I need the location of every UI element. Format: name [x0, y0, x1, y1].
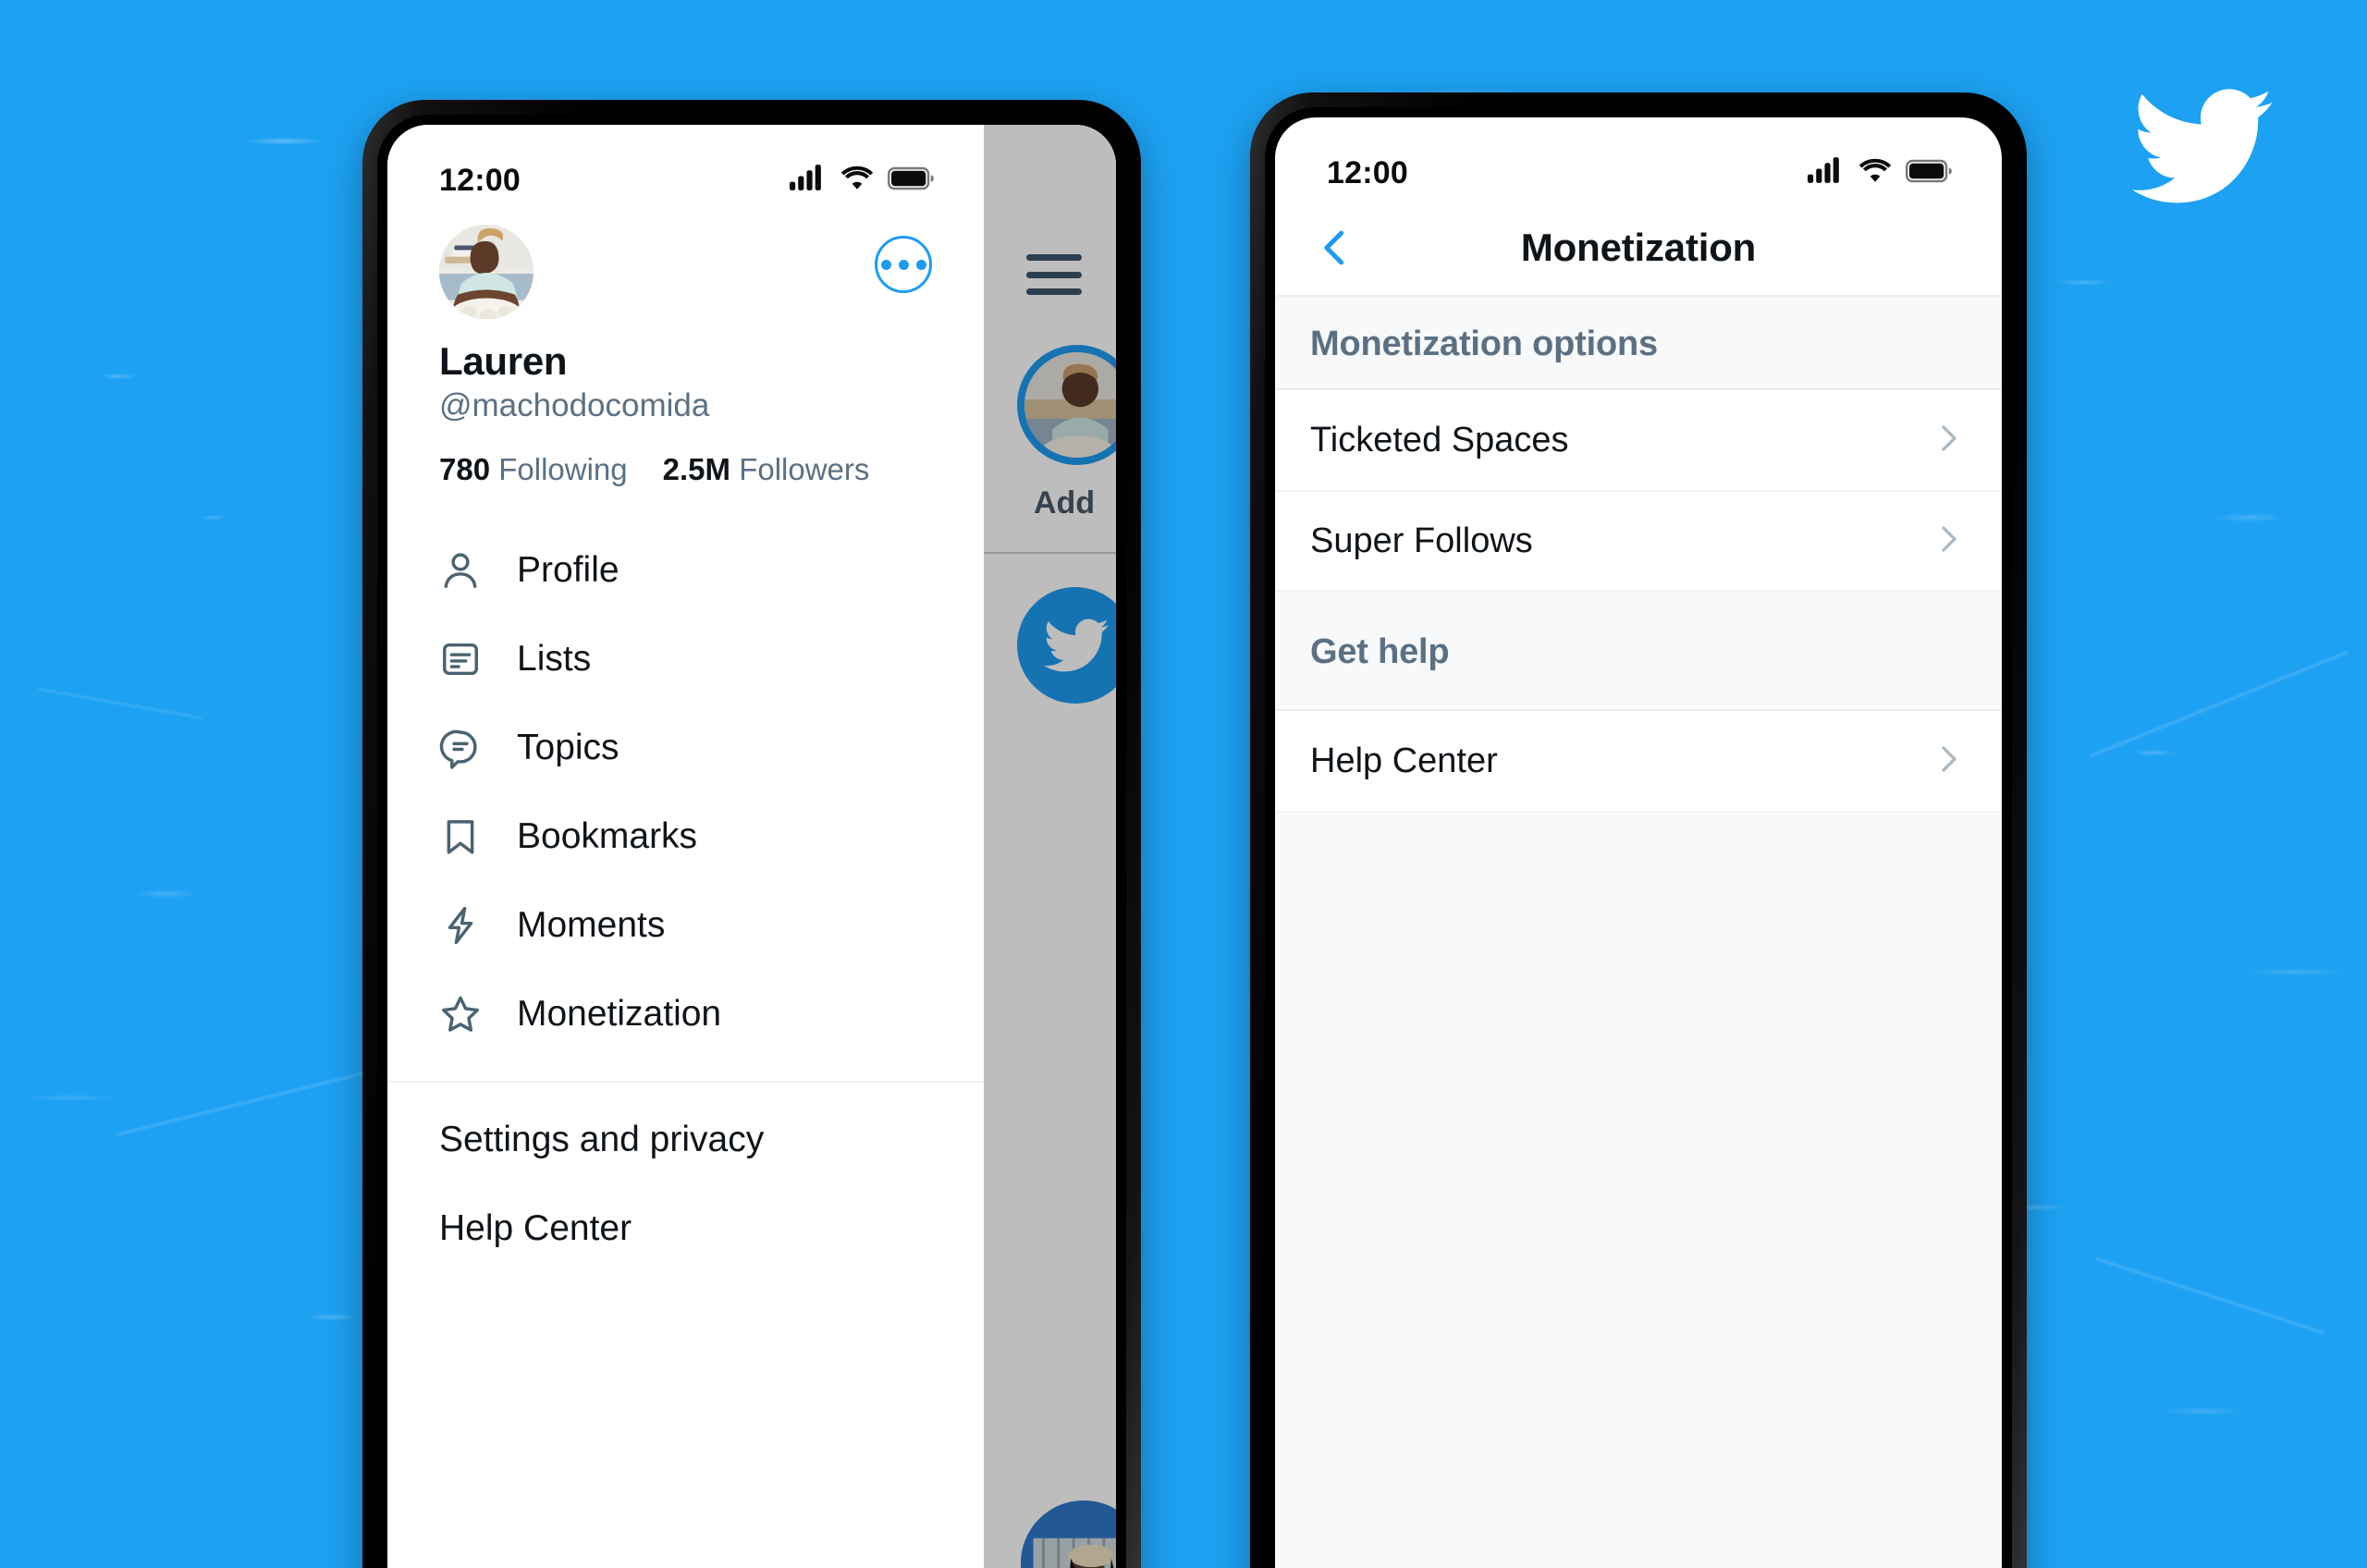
drawer-item-label: Topics	[517, 728, 619, 767]
section-header-monetization-options: Monetization options	[1275, 297, 2002, 390]
left-phone-bezel: Add 12:00 Lauren @machodocomida 780 Foll…	[377, 115, 1126, 1568]
drawer-item-profile[interactable]: Profile	[387, 526, 984, 615]
status-bar-time: 12:00	[1327, 154, 1408, 190]
followers-label: Followers	[739, 452, 870, 486]
drawer-item-lists[interactable]: Lists	[387, 615, 984, 704]
fleets-row[interactable]: Add	[984, 323, 1116, 554]
chevron-left-icon[interactable]	[1310, 223, 1360, 273]
page-title: Monetization	[1520, 226, 1757, 269]
cellular-signal-icon	[790, 163, 827, 199]
chevron-right-icon	[1930, 741, 1967, 782]
list-item-label: Help Center	[1310, 741, 1498, 780]
status-bar: 12:00	[1275, 117, 2002, 201]
drawer-item-label: Moments	[517, 905, 666, 945]
topics-chat-icon	[439, 727, 482, 769]
list-icon	[439, 638, 482, 680]
followers-count: 2.5M	[662, 452, 731, 486]
fleet-add-label: Add	[1034, 485, 1096, 521]
status-bar-time: 12:00	[439, 162, 521, 198]
three-dots-icon[interactable]	[875, 236, 932, 293]
list-item-label: Ticketed Spaces	[1310, 420, 1569, 459]
list-item-help-center[interactable]: Help Center	[1275, 711, 2002, 811]
drawer-item-label: Monetization	[517, 994, 722, 1034]
drawer-item-settings-and-privacy[interactable]: Settings and privacy	[387, 1096, 984, 1184]
chevron-right-icon	[1930, 420, 1967, 461]
user-handle: @machodocomida	[439, 387, 710, 423]
drawer-nav-list: Profile Lists Topics Bookmarks Moments M…	[387, 487, 984, 1059]
drawer-item-label: Bookmarks	[517, 816, 698, 856]
bookmark-icon	[439, 815, 482, 858]
timeline-tweet-row[interactable]	[984, 1478, 1116, 1568]
drawer-item-help-center[interactable]: Help Center	[387, 1184, 984, 1273]
right-phone-device: 12:00 Monetization Monetization options …	[1250, 92, 2027, 1568]
content-filler	[1275, 813, 2002, 1568]
drawer-item-monetization[interactable]: Monetization	[387, 970, 984, 1059]
drawer-item-moments[interactable]: Moments	[387, 881, 984, 970]
following-stat[interactable]: 780 Following	[439, 452, 628, 487]
battery-full-icon	[888, 163, 936, 199]
get-help-list: Help Center	[1275, 711, 2002, 813]
person-icon	[439, 549, 482, 592]
user-avatar-image[interactable]	[439, 225, 533, 319]
list-item-super-follows[interactable]: Super Follows	[1275, 490, 2002, 590]
list-item-label: Super Follows	[1310, 521, 1533, 560]
left-phone-device: Add 12:00 Lauren @machodocomida 780 Foll…	[362, 100, 1141, 1568]
account-drawer: 12:00 Lauren @machodocomida 780 Followin…	[387, 125, 984, 1568]
wifi-icon	[840, 163, 875, 199]
drawer-item-label: Lists	[517, 639, 592, 679]
twitter-bird-icon	[2117, 72, 2284, 220]
right-phone-screen: 12:00 Monetization Monetization options …	[1275, 117, 2002, 1568]
account-header-row	[387, 208, 984, 319]
followers-stat[interactable]: 2.5M Followers	[663, 452, 870, 487]
section-header-get-help: Get help	[1275, 592, 2002, 711]
following-count: 780	[439, 452, 491, 486]
battery-full-icon	[1906, 155, 1954, 191]
drawer-item-bookmarks[interactable]: Bookmarks	[387, 792, 984, 881]
follow-stats: 780 Following 2.5M Followers	[387, 424, 984, 487]
cellular-signal-icon	[1808, 155, 1845, 191]
fleet-twitter-bird-icon[interactable]	[1017, 587, 1116, 704]
app-bar: Monetization	[1275, 201, 2002, 297]
lightning-bolt-icon	[439, 904, 482, 947]
right-phone-bezel: 12:00 Monetization Monetization options …	[1265, 107, 2012, 1568]
hamburger-menu-icon[interactable]	[1026, 254, 1082, 295]
left-phone-screen: Add 12:00 Lauren @machodocomida 780 Foll…	[387, 125, 1116, 1568]
star-icon	[439, 993, 482, 1035]
status-bar: 12:00	[387, 125, 984, 208]
following-label: Following	[498, 452, 628, 486]
drawer-item-topics[interactable]: Topics	[387, 704, 984, 792]
timeline-dim-overlay[interactable]: Add	[984, 125, 1116, 1568]
list-item-ticketed-spaces[interactable]: Ticketed Spaces	[1275, 390, 2002, 490]
display-name: Lauren	[439, 339, 568, 383]
drawer-item-label: Profile	[517, 550, 619, 590]
chevron-right-icon	[1930, 521, 1967, 562]
fleet-avatar-image[interactable]	[1017, 345, 1116, 465]
monetization-options-list: Ticketed Spaces Super Follows	[1275, 390, 2002, 592]
timeline-avatar-image[interactable]	[1021, 1501, 1116, 1568]
wifi-icon	[1858, 155, 1893, 191]
